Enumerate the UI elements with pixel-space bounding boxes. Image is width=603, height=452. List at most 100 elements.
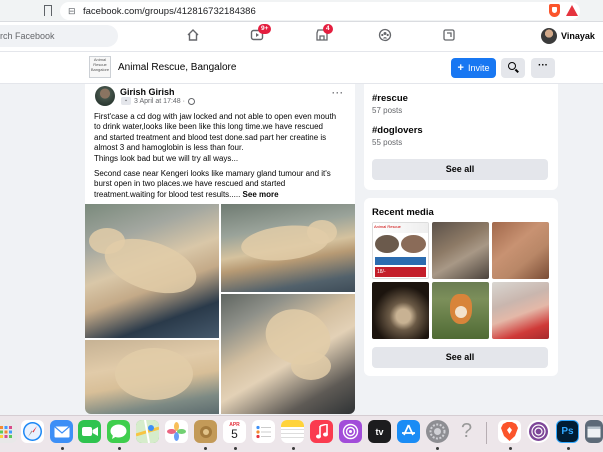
- calendar-icon[interactable]: APR 5: [223, 420, 246, 443]
- facebook-top-nav: rch Facebook 9+ 4 Vinayak: [0, 22, 603, 52]
- brave-icon[interactable]: [498, 420, 521, 443]
- messages-icon[interactable]: [107, 420, 130, 443]
- post-text-line: First'case a cd dog with jaw locked and …: [94, 112, 337, 121]
- safari-icon[interactable]: [21, 420, 44, 443]
- mail-icon[interactable]: [50, 420, 73, 443]
- hashtag-link[interactable]: #doglovers: [372, 125, 423, 136]
- recent-media-card: Recent media Animal Rescue 18/- See all: [364, 198, 558, 376]
- see-more-link[interactable]: See more: [243, 190, 279, 199]
- post-text-line: Second case near Kengeri looks like mama…: [94, 169, 331, 179]
- globe-icon: [187, 97, 195, 105]
- invite-button[interactable]: + Invite: [451, 58, 496, 78]
- post-author[interactable]: Girish Girish: [120, 87, 175, 97]
- search-icon: [508, 62, 516, 70]
- thumbnail-price: 18/-: [375, 267, 426, 277]
- post-text-line: to drink water,looks like been like this…: [94, 122, 324, 132]
- group-thumbnail[interactable]: Animal Rescue Bangalore: [89, 56, 111, 78]
- tor-browser-icon[interactable]: [527, 420, 550, 443]
- address-bar[interactable]: ⊟ facebook.com/groups/412816732184386: [60, 2, 580, 20]
- post-text-line: Things look bad but we will try all ways…: [94, 153, 239, 163]
- post-photo[interactable]: [85, 340, 219, 414]
- finder-window-icon[interactable]: [585, 420, 603, 443]
- running-indicator: [436, 447, 439, 450]
- maps-icon[interactable]: [136, 420, 159, 443]
- apple-tv-icon[interactable]: tv: [368, 420, 391, 443]
- system-preferences-icon[interactable]: [426, 420, 449, 443]
- hashtag-count: 55 posts: [372, 138, 403, 147]
- recent-media-title: Recent media: [372, 207, 434, 218]
- post-meta: ▪ 3 April at 17:48 ·: [121, 97, 195, 105]
- member-badge-icon: ▪: [121, 97, 131, 105]
- thumbnail-header: Animal Rescue: [373, 223, 428, 233]
- post-text-line: treatment.waiting for blood test results…: [94, 189, 241, 199]
- post-options-button[interactable]: ···: [332, 88, 344, 98]
- media-thumbnail[interactable]: [492, 222, 549, 279]
- invite-label: Invite: [467, 63, 490, 73]
- author-avatar[interactable]: [95, 86, 115, 106]
- post-photo[interactable]: [85, 204, 219, 338]
- media-thumbnail[interactable]: [432, 282, 489, 339]
- group-more-button[interactable]: ···: [531, 58, 555, 78]
- profile-name[interactable]: Vinayak: [561, 31, 595, 41]
- url-text[interactable]: facebook.com/groups/412816732184386: [83, 6, 256, 17]
- photoshop-label: Ps: [561, 426, 574, 437]
- group-search-button[interactable]: [501, 58, 525, 78]
- group-name[interactable]: Animal Rescue, Bangalore: [118, 62, 236, 73]
- help-icon[interactable]: ?: [455, 420, 478, 443]
- photos-icon[interactable]: [165, 420, 188, 443]
- see-all-topics-button[interactable]: See all: [372, 159, 548, 180]
- post-timestamp[interactable]: 3 April at 17:48 ·: [134, 98, 185, 105]
- podcasts-icon[interactable]: [339, 420, 362, 443]
- media-thumbnail[interactable]: [432, 222, 489, 279]
- bookmark-icon[interactable]: [44, 5, 52, 19]
- post-photo[interactable]: [221, 294, 355, 414]
- post-text-line: and started treatment and blood test don…: [94, 132, 327, 142]
- running-indicator: [292, 447, 295, 450]
- brave-rewards-icon[interactable]: [566, 5, 578, 16]
- calendar-day: 5: [231, 427, 238, 441]
- media-thumbnail[interactable]: Animal Rescue 18/-: [372, 222, 429, 279]
- watch-badge: 9+: [258, 24, 272, 34]
- photoshop-icon[interactable]: Ps: [556, 420, 579, 443]
- apple-tv-label: tv: [375, 426, 384, 437]
- keychain-icon[interactable]: [194, 420, 217, 443]
- post-photo[interactable]: [221, 204, 355, 292]
- home-icon[interactable]: [185, 28, 201, 44]
- marketplace-badge: 4: [323, 24, 333, 34]
- popular-topics-card: #rescue 57 posts #doglovers 55 posts See…: [364, 84, 558, 190]
- search-input[interactable]: rch Facebook: [0, 25, 118, 47]
- running-indicator: [509, 447, 512, 450]
- thumbnail-banner: [375, 257, 426, 265]
- facetime-icon[interactable]: [78, 420, 101, 443]
- running-indicator: [567, 447, 570, 450]
- groups-icon[interactable]: [377, 28, 393, 44]
- reminders-icon[interactable]: [252, 420, 275, 443]
- running-indicator: [118, 447, 121, 450]
- macos-dock: APR 5 tv ? Ps: [0, 415, 603, 452]
- post-text-line: almost 3 and hamoglobin is less than fou…: [94, 143, 244, 153]
- profile-avatar[interactable]: [541, 28, 557, 44]
- hashtag-count: 57 posts: [372, 106, 403, 115]
- launchpad-icon[interactable]: [0, 420, 17, 443]
- post-text-line: burst open in two places.we have rescued…: [94, 179, 286, 189]
- gaming-icon[interactable]: [441, 28, 457, 44]
- post-body: First'case a cd dog with jaw locked and …: [94, 112, 352, 205]
- media-thumbnail[interactable]: [492, 282, 549, 339]
- lock-icon: ⊟: [68, 5, 76, 16]
- watch-icon[interactable]: 9+: [249, 24, 272, 44]
- group-header: Animal Rescue Bangalore Animal Rescue, B…: [0, 52, 603, 84]
- brave-shield-icon[interactable]: [549, 4, 560, 17]
- music-icon[interactable]: [310, 420, 333, 443]
- running-indicator: [234, 447, 237, 450]
- group-thumbnail-text: Animal Rescue Bangalore: [90, 57, 110, 72]
- running-indicator: [204, 447, 207, 450]
- notes-icon[interactable]: [281, 420, 304, 443]
- hashtag-link[interactable]: #rescue: [372, 93, 408, 104]
- media-thumbnail[interactable]: [372, 282, 429, 339]
- browser-toolbar: ⊟ facebook.com/groups/412816732184386: [0, 0, 603, 22]
- running-indicator: [61, 447, 64, 450]
- app-store-icon[interactable]: [397, 420, 420, 443]
- marketplace-icon[interactable]: 4: [314, 24, 333, 44]
- post-card: Girish Girish ▪ 3 April at 17:48 · ··· F…: [85, 84, 355, 414]
- see-all-media-button[interactable]: See all: [372, 347, 548, 368]
